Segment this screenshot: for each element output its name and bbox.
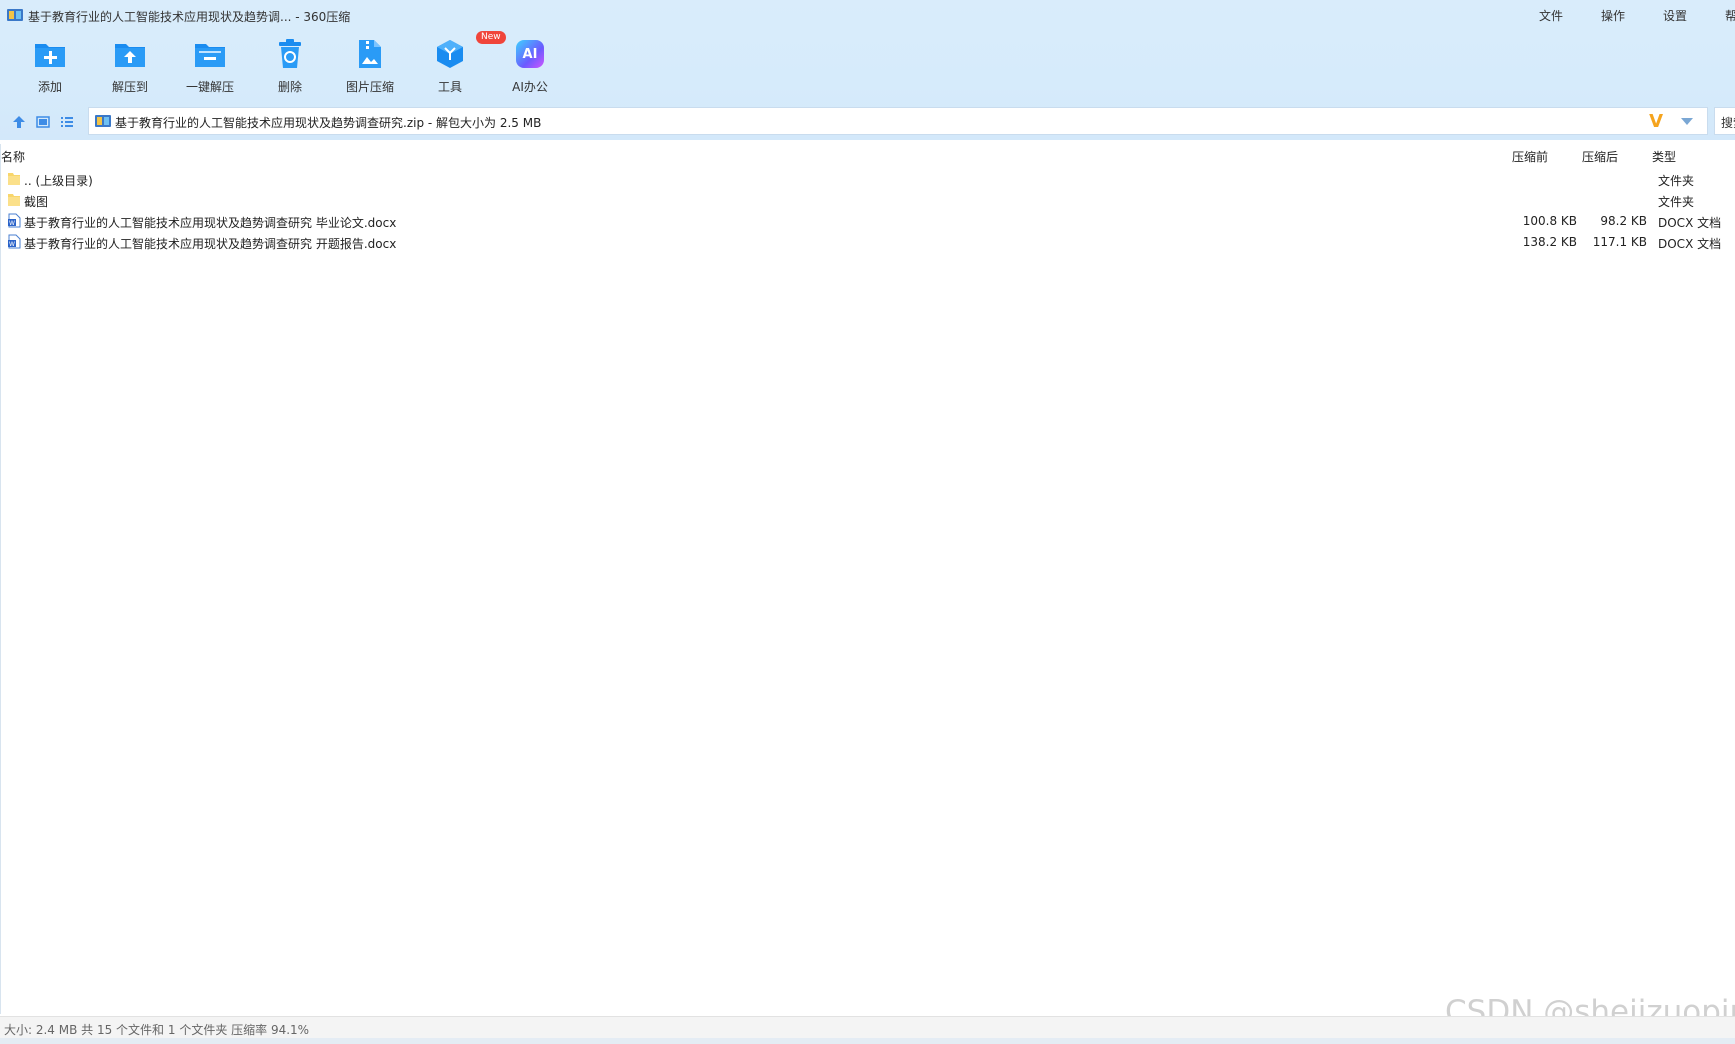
chevron-down-icon[interactable] [1681, 118, 1693, 125]
tools-button[interactable]: New 工具 [410, 31, 506, 96]
menu-operate[interactable]: 操作 [1601, 7, 1625, 24]
ai-office-label: AI办公 [512, 80, 548, 94]
image-compress-button[interactable]: 图片压缩 [330, 36, 410, 96]
size-after: 98.2 KB [1600, 214, 1647, 228]
search-input[interactable]: 搜索 [1714, 107, 1735, 135]
arrow-up-icon [13, 116, 25, 128]
address-path: 基于教育行业的人工智能技术应用现状及趋势调查研究.zip - 解包大小为 2.5… [115, 116, 542, 130]
svg-text:W: W [9, 241, 15, 248]
list-view-icon [61, 117, 73, 127]
add-button[interactable]: 添加 [10, 36, 90, 96]
window-title: 基于教育行业的人工智能技术应用现状及趋势调... - 360压缩 [28, 10, 351, 24]
file-name: 基于教育行业的人工智能技术应用现状及趋势调查研究 开题报告.docx [24, 237, 397, 251]
size-before: 138.2 KB [1522, 235, 1577, 249]
menu-settings[interactable]: 设置 [1663, 7, 1687, 24]
list-item-screenshots[interactable]: 截图 文件夹 [1, 189, 1735, 210]
image-compress-label: 图片压缩 [345, 80, 394, 94]
address-row: 基于教育行业的人工智能技术应用现状及趋势调查研究.zip - 解包大小为 2.5… [0, 106, 1735, 138]
delete-button[interactable]: 删除 [250, 36, 330, 96]
column-after[interactable]: 压缩后 [1582, 148, 1618, 165]
one-click-extract-icon [192, 36, 228, 72]
thumbnail-view-icon [36, 116, 50, 128]
file-name: 基于教育行业的人工智能技术应用现状及趋势调查研究 毕业论文.docx [24, 216, 397, 230]
column-before[interactable]: 压缩前 [1512, 148, 1548, 165]
up-level-button[interactable] [10, 114, 28, 130]
file-list: 名称 压缩前 压缩后 类型 .. (上级目录) 文件夹 截图 文件夹 W 基于教… [0, 144, 1735, 1014]
list-item-parent-dir[interactable]: .. (上级目录) 文件夹 [1, 168, 1735, 189]
file-type: 文件夹 [1658, 195, 1695, 209]
size-before: 100.8 KB [1522, 214, 1577, 228]
main-menu: 文件 操作 设置 帮 [1539, 7, 1735, 24]
vip-icon[interactable]: V [1649, 111, 1663, 132]
list-item-proposal-docx[interactable]: W 基于教育行业的人工智能技术应用现状及趋势调查研究 开题报告.docx 138… [1, 231, 1735, 252]
recycle-bin-icon [272, 36, 308, 72]
status-text: 大小: 2.4 MB 共 15 个文件和 1 个文件夹 压缩率 94.1% [4, 1023, 310, 1037]
one-click-extract-button[interactable]: 一键解压 [170, 36, 250, 96]
ai-office-glyph: AI [516, 40, 544, 68]
list-header: 名称 压缩前 压缩后 类型 [1, 144, 1735, 166]
ai-office-button[interactable]: AI AI办公 [490, 36, 570, 96]
file-type: DOCX 文档 [1658, 216, 1722, 230]
file-type: DOCX 文档 [1658, 237, 1722, 251]
extract-to-icon [112, 36, 148, 72]
window-chrome: 基于教育行业的人工智能技术应用现状及趋势调... - 360压缩 文件 操作 设… [0, 0, 1735, 140]
word-doc-icon: W [8, 213, 21, 228]
folder-icon [8, 173, 20, 185]
thumbnail-view-button[interactable] [34, 114, 52, 130]
extract-to-label: 解压到 [111, 80, 148, 94]
size-after: 117.1 KB [1592, 235, 1647, 249]
file-name: .. (上级目录) [24, 174, 93, 188]
tools-label: 工具 [437, 80, 462, 94]
title-bar: 基于教育行业的人工智能技术应用现状及趋势调... - 360压缩 文件 操作 设… [0, 0, 1735, 30]
address-bar[interactable]: 基于教育行业的人工智能技术应用现状及趋势调查研究.zip - 解包大小为 2.5… [88, 107, 1708, 135]
file-name: 截图 [24, 195, 49, 209]
toolbar: 添加 解压到 一键解压 删除 图片压缩 New 工具 AI AI办公 [10, 31, 570, 96]
word-doc-icon: W [8, 234, 21, 249]
list-item-thesis-docx[interactable]: W 基于教育行业的人工智能技术应用现状及趋势调查研究 毕业论文.docx 100… [1, 210, 1735, 231]
column-type[interactable]: 类型 [1652, 148, 1676, 165]
status-bar: 大小: 2.4 MB 共 15 个文件和 1 个文件夹 压缩率 94.1% [0, 1016, 1735, 1038]
app-archive-icon [7, 9, 23, 21]
add-label: 添加 [37, 80, 62, 94]
extract-to-button[interactable]: 解压到 [90, 36, 170, 96]
menu-file[interactable]: 文件 [1539, 7, 1563, 24]
svg-text:W: W [9, 220, 15, 227]
delete-label: 删除 [277, 80, 302, 94]
search-placeholder: 搜索 [1721, 116, 1735, 130]
one-click-extract-label: 一键解压 [185, 80, 234, 94]
tools-cube-icon: New [432, 31, 506, 72]
menu-help[interactable]: 帮 [1725, 7, 1735, 24]
zip-archive-icon [95, 115, 111, 127]
add-folder-icon [32, 36, 68, 72]
column-name[interactable]: 名称 [1, 148, 25, 165]
image-compress-icon [352, 36, 388, 72]
list-view-button[interactable] [58, 114, 76, 130]
folder-icon [8, 194, 20, 206]
file-type: 文件夹 [1658, 174, 1695, 188]
bottom-border [0, 1038, 1735, 1044]
ai-office-icon: AI [512, 36, 548, 72]
